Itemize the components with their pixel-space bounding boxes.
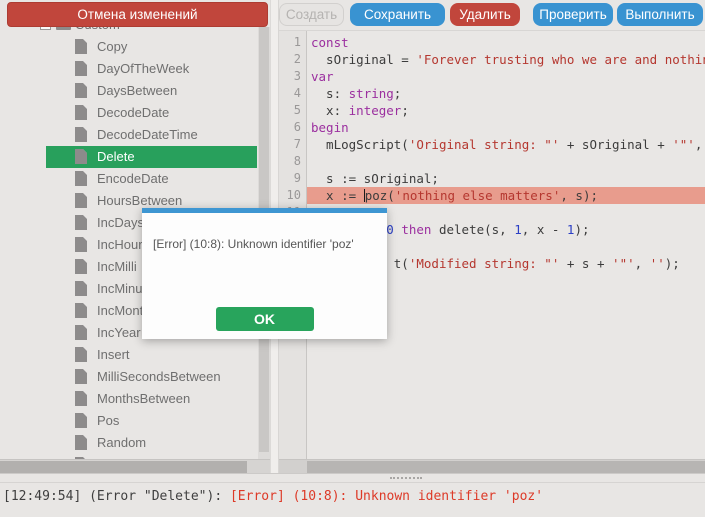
file-icon [75,39,87,54]
error-dialog-message: [Error] (10:8): Unknown identifier 'poz' [153,237,354,251]
code-line-6: begin [311,119,349,136]
line-number: 8 [279,153,301,170]
tree-item-label: Insert [97,347,130,362]
line-number: 4 [279,85,301,102]
tree-item-label: DecodeDate [97,105,169,120]
tree-item-pos[interactable]: Pos [0,410,270,432]
code-line-1: const [311,34,349,51]
tree-item-label: IncDays [97,215,144,230]
tree-item-delete[interactable]: Delete [0,146,270,168]
line-number: 7 [279,136,301,153]
tree-item-decodedatetime[interactable]: DecodeDateTime [0,124,270,146]
file-icon [75,105,87,120]
tree-item-label: DecodeDateTime [97,127,198,142]
tree-item-millisecondsbetween[interactable]: MilliSecondsBetween [0,366,270,388]
line-number: 3 [279,68,301,85]
file-icon [75,171,87,186]
tree-item-label: DayOfTheWeek [97,61,189,76]
tree-item-daysbetween[interactable]: DaysBetween [0,80,270,102]
file-icon [75,457,87,459]
tree-horizontal-scrollbar[interactable] [0,459,270,473]
tree-item-label: IncMinu [97,281,143,296]
file-icon [75,369,87,384]
tree-item-label: HoursBetween [97,193,182,208]
status-bar: [12:49:54] (Error "Delete"): [Error] (10… [0,482,705,517]
horizontal-splitter[interactable] [0,473,705,482]
line-number: 2 [279,51,301,68]
line-number: 6 [279,119,301,136]
tree-item-label: IncYear [97,325,141,340]
tree-item-monthsbetween[interactable]: MonthsBetween [0,388,270,410]
tree-item-insert[interactable]: Insert [0,344,270,366]
line-number: 10 [279,187,301,204]
code-line-2: sOriginal = 'Forever trusting who we are… [311,51,705,68]
cancel-changes-button[interactable]: Отмена изменений [7,2,268,27]
code-line-3: var [311,68,334,85]
file-icon [75,193,87,208]
delete-button[interactable]: Удалить [450,3,520,26]
tree-item-label: Delete [97,149,135,164]
tree-item-label: IncMont [97,303,143,318]
ok-button[interactable]: OK [216,307,314,331]
status-timestamp: [12:49:54] (Error "Delete"): [3,489,230,504]
code-line-4: s: string; [311,85,401,102]
scrollbar-thumb[interactable] [307,461,705,473]
status-message: [12:49:54] (Error "Delete"): [Error] (10… [3,489,543,504]
tree-item-label: IncMilli [97,259,137,274]
file-icon [75,237,87,252]
line-number: 5 [279,102,301,119]
tree-item-random[interactable]: Random [0,432,270,454]
code-line-9: s := sOriginal; [311,170,439,187]
tree-item-label: MonthsBetween [97,391,190,406]
file-icon [75,435,87,450]
run-button[interactable]: Выполнить [617,3,703,26]
file-icon [75,413,87,428]
error-dialog: [Error] (10:8): Unknown identifier 'poz'… [142,208,387,339]
file-icon [75,303,87,318]
file-icon [75,325,87,340]
save-button[interactable]: Сохранить [350,3,445,26]
line-number: 9 [279,170,301,187]
tree-item-label: Random [97,435,146,450]
code-line-10: x := poz('nothing else matters', s); [311,187,598,204]
file-icon [75,127,87,142]
create-button: Создать [279,3,344,26]
file-icon [75,215,87,230]
check-button[interactable]: Проверить [533,3,613,26]
tree-item-label: IncHour [97,237,143,252]
scrollbar-thumb[interactable] [0,461,247,473]
tree-item-label: EncodeDate [97,171,169,186]
code-line-7: mLogScript('Original string: "' + sOrigi… [311,136,705,153]
tree-item-encodedate[interactable]: EncodeDate [0,168,270,190]
code-line-5: x: integer; [311,102,409,119]
file-icon [75,347,87,362]
tree-item-decodedate[interactable]: DecodeDate [0,102,270,124]
tree-item-label: Copy [97,39,127,54]
tree-item-copy[interactable]: Copy [0,36,270,58]
app-window: CustomCopyDayOfTheWeekDaysBetweenDecodeD… [0,0,705,517]
tree-item-label: DaysBetween [97,83,177,98]
line-number: 1 [279,34,301,51]
file-icon [75,281,87,296]
file-icon [75,61,87,76]
file-icon [75,149,87,164]
status-error-text: [Error] (10:8): Unknown identifier 'poz' [230,489,543,504]
editor-horizontal-scrollbar[interactable] [279,459,705,473]
tree-item-label: MilliSecondsBetween [97,369,221,384]
file-icon [75,259,87,274]
file-icon [75,391,87,406]
tree-item[interactable] [0,454,270,459]
tree-item-label: Pos [97,413,119,428]
tree-item-dayoftheweek[interactable]: DayOfTheWeek [0,58,270,80]
file-icon [75,83,87,98]
